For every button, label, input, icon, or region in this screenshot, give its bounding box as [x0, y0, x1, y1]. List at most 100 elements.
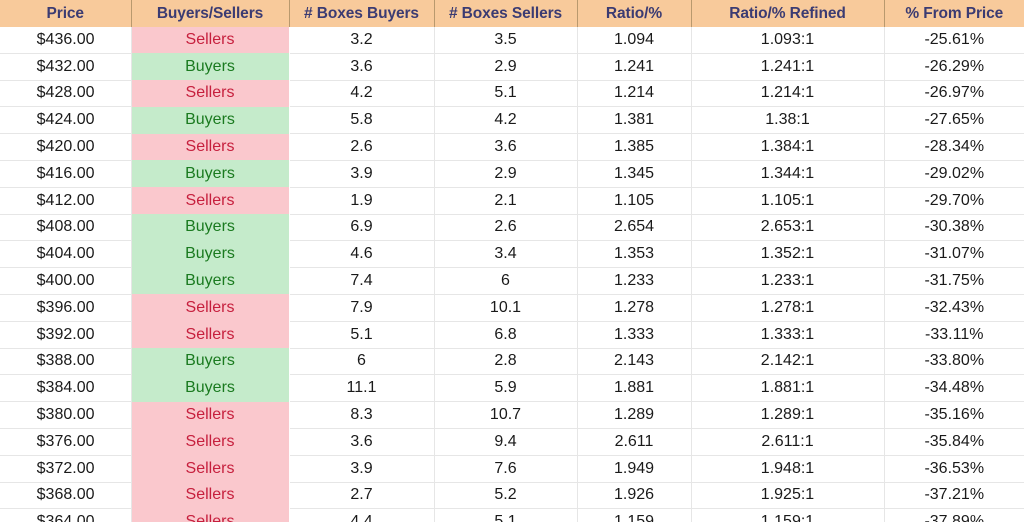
- cell-ratio-pct[interactable]: 1.333: [577, 321, 692, 349]
- cell-ratio-pct[interactable]: 1.159: [577, 508, 692, 522]
- cell-price[interactable]: $392.00: [0, 321, 132, 349]
- cell-boxes-buyers[interactable]: 3.2: [289, 27, 435, 54]
- cell-buyers-sellers[interactable]: Sellers: [131, 455, 289, 483]
- cell-buyers-sellers[interactable]: Buyers: [131, 240, 289, 268]
- table-row[interactable]: $424.00 Buyers 5.8 4.2 1.381 1.38:1 -27.65%: [0, 106, 1024, 135]
- cell-price[interactable]: $368.00: [0, 482, 132, 510]
- cell-boxes-buyers[interactable]: 4.2: [289, 80, 435, 108]
- cell-boxes-sellers[interactable]: 3.6: [434, 133, 578, 161]
- column-header-buyers-sellers[interactable]: Buyers/Sellers: [131, 0, 290, 27]
- cell-pct-from-price[interactable]: -27.65%: [884, 106, 1024, 135]
- cell-price[interactable]: $396.00: [0, 294, 132, 322]
- cell-ratio-pct-refined[interactable]: 1.214:1: [691, 80, 885, 108]
- cell-ratio-pct-refined[interactable]: 1.384:1: [691, 133, 885, 161]
- cell-boxes-buyers[interactable]: 5.1: [289, 321, 435, 349]
- cell-boxes-buyers[interactable]: 3.6: [289, 428, 435, 456]
- cell-ratio-pct-refined[interactable]: 1.241:1: [691, 53, 885, 81]
- cell-boxes-buyers[interactable]: 3.9: [289, 455, 435, 483]
- cell-pct-from-price[interactable]: -26.29%: [884, 53, 1024, 81]
- cell-boxes-sellers[interactable]: 3.4: [434, 240, 578, 269]
- cell-ratio-pct[interactable]: 1.105: [577, 187, 692, 215]
- table-row[interactable]: $404.00 Buyers 4.6 3.4 1.353 1.352:1 -31.07%: [0, 240, 1024, 269]
- table-row[interactable]: $400.00 Buyers 7.4 6 1.233 1.233:1 -31.75%: [0, 267, 1024, 295]
- cell-ratio-pct[interactable]: 2.143: [577, 348, 692, 376]
- table-row[interactable]: $388.00 Buyers 6 2.8 2.143 2.142:1 -33.80%: [0, 348, 1024, 376]
- cell-buyers-sellers[interactable]: Buyers: [131, 348, 289, 375]
- cell-price[interactable]: $400.00: [0, 267, 132, 295]
- table-row[interactable]: $412.00 Sellers 1.9 2.1 1.105 1.105:1 -29.70%: [0, 187, 1024, 215]
- cell-ratio-pct-refined[interactable]: 1.159:1: [691, 508, 885, 522]
- cell-boxes-sellers[interactable]: 2.9: [434, 160, 578, 188]
- cell-ratio-pct[interactable]: 1.289: [577, 401, 692, 429]
- cell-boxes-sellers[interactable]: 5.1: [434, 80, 578, 108]
- cell-ratio-pct[interactable]: 1.214: [577, 80, 692, 108]
- cell-boxes-sellers[interactable]: 2.1: [434, 187, 578, 215]
- cell-boxes-buyers[interactable]: 6.9: [289, 214, 435, 242]
- cell-price[interactable]: $432.00: [0, 53, 132, 81]
- cell-pct-from-price[interactable]: -29.02%: [884, 160, 1024, 188]
- cell-boxes-buyers[interactable]: 4.6: [289, 240, 435, 269]
- cell-buyers-sellers[interactable]: Buyers: [131, 214, 289, 241]
- cell-buyers-sellers[interactable]: Sellers: [131, 80, 289, 107]
- cell-boxes-buyers[interactable]: 2.6: [289, 133, 435, 161]
- cell-price[interactable]: $428.00: [0, 80, 132, 108]
- cell-buyers-sellers[interactable]: Sellers: [131, 27, 289, 54]
- cell-boxes-buyers[interactable]: 6: [289, 348, 435, 376]
- cell-boxes-sellers[interactable]: 2.9: [434, 53, 578, 81]
- cell-buyers-sellers[interactable]: Sellers: [131, 482, 289, 509]
- cell-ratio-pct[interactable]: 1.881: [577, 374, 692, 403]
- cell-boxes-sellers[interactable]: 4.2: [434, 106, 578, 135]
- cell-ratio-pct[interactable]: 1.381: [577, 106, 692, 135]
- cell-price[interactable]: $412.00: [0, 187, 132, 215]
- cell-ratio-pct[interactable]: 1.385: [577, 133, 692, 161]
- cell-boxes-sellers[interactable]: 5.9: [434, 374, 578, 403]
- cell-boxes-buyers[interactable]: 5.8: [289, 106, 435, 135]
- cell-boxes-sellers[interactable]: 3.5: [434, 27, 578, 54]
- table-row[interactable]: $364.00 Sellers 4.4 5.1 1.159 1.159:1 -37.89%: [0, 508, 1024, 522]
- cell-boxes-buyers[interactable]: 3.9: [289, 160, 435, 188]
- table-row[interactable]: $396.00 Sellers 7.9 10.1 1.278 1.278:1 -32.43%: [0, 294, 1024, 322]
- cell-pct-from-price[interactable]: -33.11%: [884, 321, 1024, 349]
- cell-price[interactable]: $408.00: [0, 214, 132, 242]
- cell-boxes-sellers[interactable]: 6.8: [434, 321, 578, 349]
- cell-ratio-pct-refined[interactable]: 1.352:1: [691, 240, 885, 269]
- cell-ratio-pct[interactable]: 1.233: [577, 267, 692, 295]
- cell-buyers-sellers[interactable]: Sellers: [131, 294, 289, 322]
- table-row[interactable]: $376.00 Sellers 3.6 9.4 2.611 2.611:1 -35.84%: [0, 428, 1024, 456]
- cell-pct-from-price[interactable]: -28.34%: [884, 133, 1024, 161]
- cell-boxes-sellers[interactable]: 6: [434, 267, 578, 295]
- cell-ratio-pct-refined[interactable]: 1.333:1: [691, 321, 885, 349]
- cell-boxes-sellers[interactable]: 10.1: [434, 294, 578, 322]
- cell-ratio-pct-refined[interactable]: 1.948:1: [691, 455, 885, 483]
- cell-boxes-sellers[interactable]: 10.7: [434, 401, 578, 429]
- cell-boxes-sellers[interactable]: 2.8: [434, 348, 578, 376]
- cell-buyers-sellers[interactable]: Sellers: [131, 321, 289, 349]
- cell-boxes-buyers[interactable]: 3.6: [289, 53, 435, 81]
- cell-ratio-pct[interactable]: 2.611: [577, 428, 692, 456]
- cell-price[interactable]: $416.00: [0, 160, 132, 188]
- cell-pct-from-price[interactable]: -37.89%: [884, 508, 1024, 522]
- cell-price[interactable]: $424.00: [0, 106, 132, 135]
- cell-price[interactable]: $388.00: [0, 348, 132, 376]
- cell-pct-from-price[interactable]: -33.80%: [884, 348, 1024, 376]
- cell-price[interactable]: $420.00: [0, 133, 132, 161]
- cell-price[interactable]: $404.00: [0, 240, 132, 269]
- cell-boxes-buyers[interactable]: 1.9: [289, 187, 435, 215]
- cell-ratio-pct[interactable]: 1.949: [577, 455, 692, 483]
- cell-ratio-pct-refined[interactable]: 1.278:1: [691, 294, 885, 322]
- cell-boxes-buyers[interactable]: 7.4: [289, 267, 435, 295]
- cell-boxes-sellers[interactable]: 9.4: [434, 428, 578, 456]
- cell-pct-from-price[interactable]: -31.75%: [884, 267, 1024, 295]
- cell-boxes-sellers[interactable]: 7.6: [434, 455, 578, 483]
- table-row[interactable]: $428.00 Sellers 4.2 5.1 1.214 1.214:1 -26.97%: [0, 80, 1024, 108]
- cell-ratio-pct-refined[interactable]: 2.611:1: [691, 428, 885, 456]
- cell-pct-from-price[interactable]: -26.97%: [884, 80, 1024, 108]
- cell-pct-from-price[interactable]: -35.84%: [884, 428, 1024, 456]
- cell-price[interactable]: $376.00: [0, 428, 132, 456]
- cell-ratio-pct[interactable]: 1.345: [577, 160, 692, 188]
- cell-boxes-buyers[interactable]: 4.4: [289, 508, 435, 522]
- column-header-boxes-sellers[interactable]: # Boxes Sellers: [434, 0, 578, 27]
- cell-ratio-pct[interactable]: 1.353: [577, 240, 692, 269]
- column-header-pct-from-price[interactable]: % From Price: [884, 0, 1024, 27]
- cell-pct-from-price[interactable]: -29.70%: [884, 187, 1024, 215]
